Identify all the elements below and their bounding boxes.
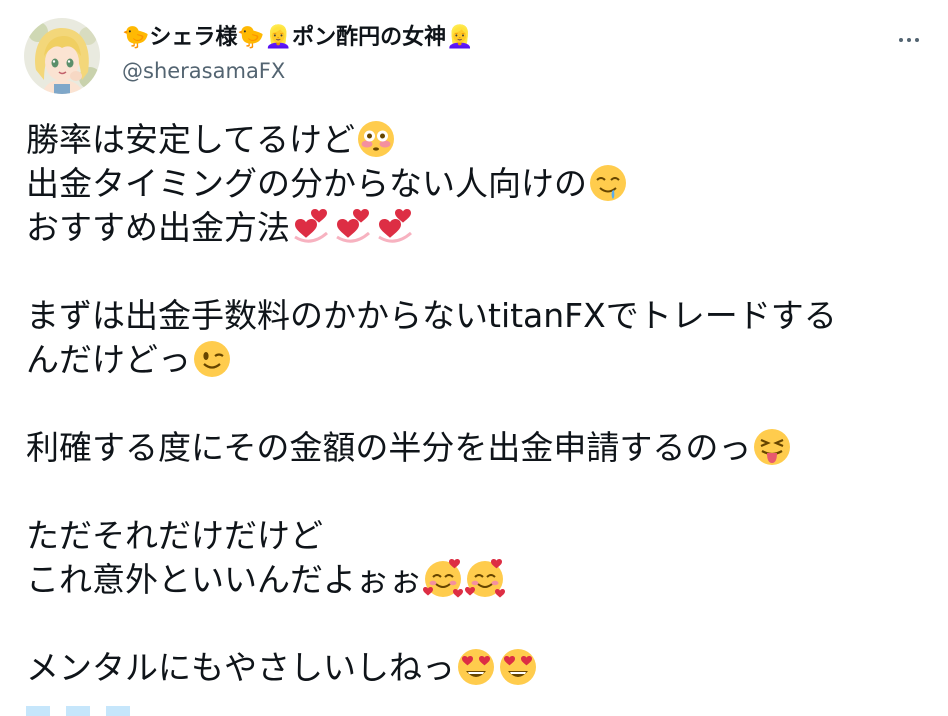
tweet-text: 勝率は安定してるけど 出金タイミングの分からない人向けの おすすめ出金方法 まず…	[26, 118, 926, 690]
more-horizontal-icon	[899, 38, 903, 42]
two-hearts-icon	[375, 207, 415, 247]
text-line: ただそれだけだけど	[26, 514, 926, 558]
two-hearts-icon	[333, 207, 373, 247]
paragraph-2: まずは出金手数料のかからないtitanFXでトレードする んだけどっ	[26, 294, 926, 382]
text-line: 勝率は安定してるけど	[26, 118, 926, 162]
heart-eyes-face-icon	[456, 647, 496, 687]
text-line: これ意外といいんだよぉぉ	[26, 558, 926, 602]
text-line: おすすめ出金方法	[26, 206, 926, 250]
text-line: まずは出金手数料のかからないtitanFXでトレードする	[26, 294, 926, 338]
tweet-card: 🐤シェラ様🐤👱‍♀️ポン酢円の女神👱‍♀️ @sherasamaFX 勝率は安定…	[0, 0, 948, 716]
text-segment: これ意外といいんだよぉぉ	[26, 560, 422, 599]
user-handle[interactable]: @sherasamaFX	[122, 56, 474, 86]
heart-eyes-face-icon	[498, 647, 538, 687]
text-line: 利確する度にその金額の半分を出金申請するのっ	[26, 426, 926, 470]
text-line: メンタルにもやさしいしねっ	[26, 646, 926, 690]
flushed-face-icon	[356, 119, 396, 159]
avatar[interactable]	[24, 18, 100, 94]
avatar-image	[24, 18, 100, 94]
text-segment: ただそれだけだけど	[26, 516, 323, 555]
squinting-tongue-face-icon	[752, 427, 792, 467]
display-name[interactable]: 🐤シェラ様🐤👱‍♀️ポン酢円の女神👱‍♀️	[122, 22, 474, 54]
text-segment: おすすめ出金方法	[26, 208, 290, 247]
paragraph-1: 勝率は安定してるけど 出金タイミングの分からない人向けの おすすめ出金方法	[26, 118, 926, 250]
paragraph-3: 利確する度にその金額の半分を出金申請するのっ	[26, 426, 926, 470]
winking-face-icon	[192, 339, 232, 379]
cut-off-content	[26, 706, 146, 716]
text-segment: 勝率は安定してるけど	[26, 120, 356, 159]
more-horizontal-icon-dot	[915, 38, 919, 42]
smiling-face-with-hearts-icon	[423, 559, 463, 599]
paragraph-5: メンタルにもやさしいしねっ	[26, 646, 926, 690]
text-line: 出金タイミングの分からない人向けの	[26, 162, 926, 206]
smiling-face-with-hearts-icon	[465, 559, 505, 599]
text-segment: メンタルにもやさしいしねっ	[26, 648, 455, 687]
text-line: んだけどっ	[26, 338, 926, 382]
text-segment: まずは出金手数料のかからないtitanFXでトレードする	[26, 296, 837, 335]
text-segment: 出金タイミングの分からない人向けの	[26, 164, 587, 203]
drooling-face-icon	[588, 163, 628, 203]
text-segment: 利確する度にその金額の半分を出金申請するのっ	[26, 428, 752, 467]
more-horizontal-icon-dot	[907, 38, 911, 42]
more-options-button[interactable]	[892, 26, 926, 54]
text-segment: んだけどっ	[26, 340, 191, 379]
two-hearts-icon	[291, 207, 331, 247]
paragraph-4: ただそれだけだけど これ意外といいんだよぉぉ	[26, 514, 926, 602]
